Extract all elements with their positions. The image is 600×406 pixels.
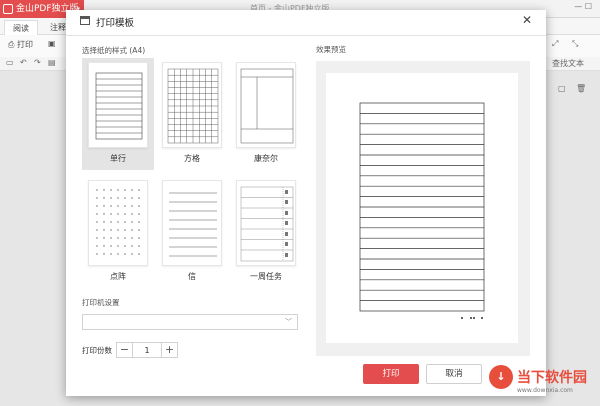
printer-settings-label: 打印机设置 xyxy=(82,298,120,307)
cancel-button[interactable]: 取消 xyxy=(426,364,482,384)
cornell-thumbnail xyxy=(236,62,296,148)
panel-icon[interactable]: ▢ xyxy=(558,84,566,93)
ribbon-print-label: 打印 xyxy=(16,40,33,49)
letter-thumb-svg xyxy=(169,192,217,257)
cornell-thumb-svg xyxy=(240,68,294,144)
increment-button[interactable]: + xyxy=(161,343,177,357)
preview-page-svg xyxy=(359,102,485,319)
dialog-title: 打印模板 xyxy=(96,18,135,29)
preview-page xyxy=(326,73,518,343)
redo-icon[interactable]: ↷ xyxy=(34,58,41,67)
template-label: 一周任务 xyxy=(250,272,282,281)
chevron-down-icon: ﹀ xyxy=(285,318,292,326)
single-line-thumbnail xyxy=(88,62,148,148)
template-label: 信 xyxy=(188,272,196,281)
watermark-text: 当下软件园 xyxy=(517,370,587,386)
weekly-thumbnail xyxy=(236,180,296,266)
template-label: 方格 xyxy=(184,154,200,163)
print-template-dialog: 打印模板 ✕ 选择纸的样式 (A4) 单行 方格 康奈尔 点阵 信 一周任务 打… xyxy=(66,10,546,396)
copies-input[interactable] xyxy=(134,344,160,356)
template-section-label: 选择纸的样式 (A4) xyxy=(82,46,146,55)
template-dots[interactable]: 点阵 xyxy=(82,176,154,288)
single-line-thumb-svg xyxy=(95,72,143,140)
template-weekly[interactable]: 一周任务 xyxy=(230,176,302,288)
letter-thumbnail xyxy=(162,180,222,266)
find-text-button[interactable]: 查找文本 xyxy=(552,58,584,69)
undo-icon[interactable]: ↶ xyxy=(20,58,27,67)
watermark-logo-icon: ↓ xyxy=(489,365,513,389)
template-label: 单行 xyxy=(110,154,126,163)
template-label: 点阵 xyxy=(110,272,126,281)
template-single-line[interactable]: 单行 xyxy=(82,58,154,170)
delete-icon[interactable]: 🗑 xyxy=(576,84,586,93)
tab-read[interactable]: 阅读 xyxy=(4,20,38,35)
ribbon-tool-icon[interactable]: ▣ xyxy=(48,39,56,48)
grid-thumb-svg xyxy=(167,68,219,144)
fullscreen-icon[interactable]: ⤡ xyxy=(572,39,578,49)
dialog-titlebar: 打印模板 ✕ xyxy=(66,10,546,32)
title-divider xyxy=(66,35,546,36)
weekly-thumb-svg xyxy=(240,186,294,262)
dots-thumb-svg xyxy=(96,189,140,255)
expand-icon[interactable]: ⤢ xyxy=(552,39,558,49)
save-icon[interactable]: ▤ xyxy=(48,58,56,67)
template-grid[interactable]: 方格 xyxy=(156,58,228,170)
site-watermark: ↓ 当下软件园 www.downxia.com xyxy=(489,363,599,403)
copies-stepper: − + xyxy=(116,342,178,358)
template-letter[interactable]: 信 xyxy=(156,176,228,288)
grid-thumbnail xyxy=(162,62,222,148)
printer-icon xyxy=(80,16,90,25)
window-controls-icon[interactable]: — ☐ xyxy=(574,2,592,11)
preview-label: 效果预览 xyxy=(316,45,346,54)
printer-select[interactable]: ﹀ xyxy=(82,314,298,330)
print-button[interactable]: 打印 xyxy=(363,364,419,384)
ribbon-print-button[interactable]: ⎙ 打印 xyxy=(8,39,33,50)
watermark-url: www.downxia.com xyxy=(517,387,573,394)
pdf-logo-icon xyxy=(3,4,13,14)
template-label: 康奈尔 xyxy=(254,154,278,163)
copies-label: 打印份数 xyxy=(82,346,112,355)
decrement-button[interactable]: − xyxy=(117,343,133,357)
template-cornell[interactable]: 康奈尔 xyxy=(230,58,302,170)
folder-icon[interactable]: ▭ xyxy=(6,58,14,67)
dots-thumbnail xyxy=(88,180,148,266)
close-icon[interactable]: ✕ xyxy=(520,13,534,27)
